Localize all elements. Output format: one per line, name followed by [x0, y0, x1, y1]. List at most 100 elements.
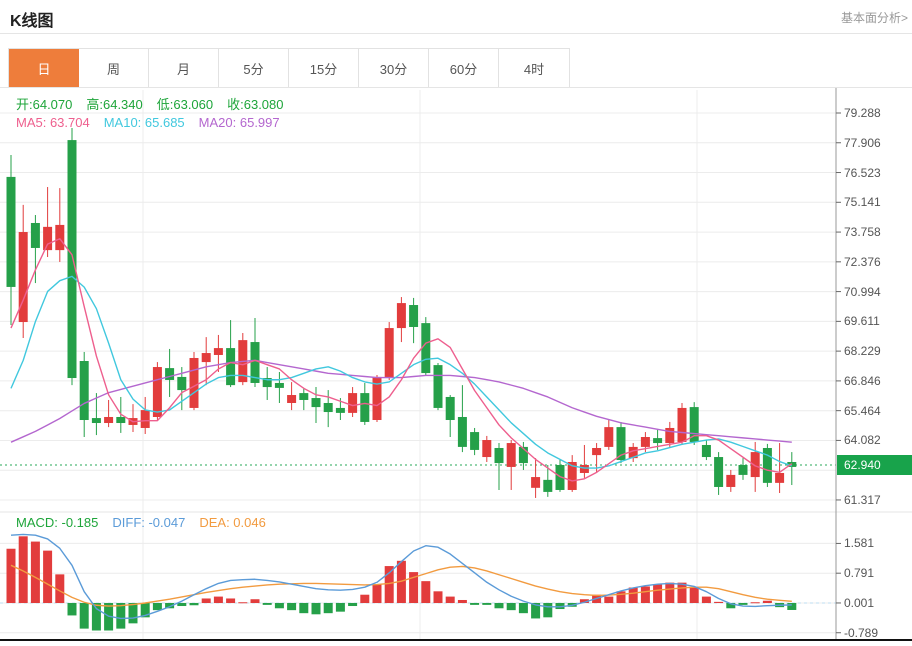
- y-axis-tick: 66.846: [844, 375, 881, 387]
- macd-bar: [7, 549, 16, 603]
- macd-bar: [458, 600, 467, 603]
- macd-axis-tick: -0.789: [844, 627, 878, 639]
- candle-down: [641, 437, 650, 447]
- macd-bar: [714, 602, 723, 603]
- macd-bar: [312, 603, 321, 614]
- macd-bar: [129, 603, 138, 623]
- macd-bar: [434, 591, 443, 603]
- candle-down: [153, 367, 162, 417]
- macd-bar: [507, 603, 516, 610]
- candle-up: [80, 361, 89, 420]
- diff-value: DIFF: -0.047: [112, 515, 185, 530]
- ma20-value: MA20: 65.997: [199, 115, 280, 130]
- candle-down: [202, 353, 211, 362]
- candle-up: [763, 448, 772, 483]
- candle-down: [104, 417, 113, 423]
- macd-bar: [629, 588, 638, 603]
- macd-bar: [617, 591, 626, 603]
- candle-up: [714, 457, 723, 487]
- candle-down: [214, 348, 223, 355]
- ma10-value: MA10: 65.685: [104, 115, 185, 130]
- candle-up: [495, 448, 504, 463]
- candle-up: [409, 305, 418, 327]
- macd-axis-tick: 0.001: [844, 597, 874, 609]
- candle-down: [775, 473, 784, 483]
- ohlc-legend: 开:64.070高:64.340低:63.060收:63.080: [16, 94, 298, 113]
- candle-down: [507, 443, 516, 467]
- candle-up: [739, 465, 748, 475]
- macd-bar: [690, 588, 699, 603]
- candle-down: [43, 227, 52, 250]
- candle-up: [543, 480, 552, 492]
- macd-bar: [226, 598, 235, 603]
- candle-up: [458, 417, 467, 447]
- kline-page: K线图 基本面分析> 日周月5分15分30分60分4时 开:64.070高:64…: [0, 0, 912, 646]
- y-axis-tick: 75.141: [844, 196, 881, 208]
- macd-bar: [421, 581, 430, 603]
- candle-up: [653, 438, 662, 443]
- macd-bar: [80, 603, 89, 629]
- candle-down: [580, 465, 589, 473]
- macd-bar: [678, 583, 687, 603]
- macd-bar: [543, 603, 552, 617]
- macd-axis-tick: 0.791: [844, 567, 874, 579]
- macd-bar: [739, 603, 748, 605]
- candle-down: [482, 440, 491, 457]
- candle-down: [287, 395, 296, 403]
- macd-bar: [495, 603, 504, 608]
- ohlc-open: 开:64.070: [16, 97, 72, 112]
- macd-bar: [665, 583, 674, 603]
- macd-bar: [31, 542, 40, 603]
- candle-up: [434, 365, 443, 408]
- candle-up: [226, 348, 235, 385]
- candle-up: [360, 393, 369, 422]
- macd-bar: [43, 551, 52, 603]
- candle-down: [141, 410, 150, 428]
- candle-up: [92, 418, 101, 423]
- y-axis-tick: 64.082: [844, 434, 881, 446]
- candle-up: [31, 223, 40, 248]
- macd-bar: [214, 597, 223, 603]
- macd-bar: [68, 603, 77, 615]
- macd-bar: [763, 601, 772, 603]
- y-axis-tick: 77.906: [844, 137, 881, 149]
- macd-bar: [177, 603, 186, 606]
- macd-bar: [446, 597, 455, 603]
- macd-bar: [360, 595, 369, 603]
- macd-bar: [702, 597, 711, 603]
- macd-bar: [190, 603, 199, 605]
- candle-down: [190, 358, 199, 408]
- ma-legend: MA5: 63.704 MA10: 65.685 MA20: 65.997: [16, 115, 294, 130]
- candle-up: [446, 397, 455, 420]
- y-axis-tick: 65.464: [844, 405, 881, 417]
- macd-legend: MACD: -0.185 DIFF: -0.047 DEA: 0.046: [16, 515, 280, 530]
- candle-down: [678, 408, 687, 442]
- macd-bar: [92, 603, 101, 631]
- candle-up: [470, 432, 479, 450]
- candle-up: [312, 398, 321, 407]
- candle-up: [336, 408, 345, 413]
- macd-bar: [373, 585, 382, 603]
- dea-value: DEA: 0.046: [199, 515, 266, 530]
- y-axis-tick: 79.288: [844, 107, 881, 119]
- macd-bar: [324, 603, 333, 613]
- macd-value: MACD: -0.185: [16, 515, 98, 530]
- candle-down: [385, 328, 394, 378]
- ma5-value: MA5: 63.704: [16, 115, 90, 130]
- candle-down: [726, 475, 735, 487]
- macd-axis-tick: 1.581: [844, 537, 874, 549]
- macd-bar: [519, 603, 528, 613]
- candle-down: [397, 303, 406, 328]
- macd-bar: [299, 603, 308, 613]
- candle-down: [55, 225, 64, 250]
- y-axis-tick: 73.758: [844, 226, 881, 238]
- macd-bar: [604, 597, 613, 603]
- candle-down: [751, 452, 760, 477]
- candle-up: [324, 403, 333, 412]
- macd-bar: [153, 603, 162, 610]
- candle-down: [592, 448, 601, 455]
- macd-bar: [116, 603, 125, 629]
- y-axis-tick: 69.611: [844, 315, 880, 327]
- macd-bar: [385, 566, 394, 603]
- candle-down: [531, 477, 540, 488]
